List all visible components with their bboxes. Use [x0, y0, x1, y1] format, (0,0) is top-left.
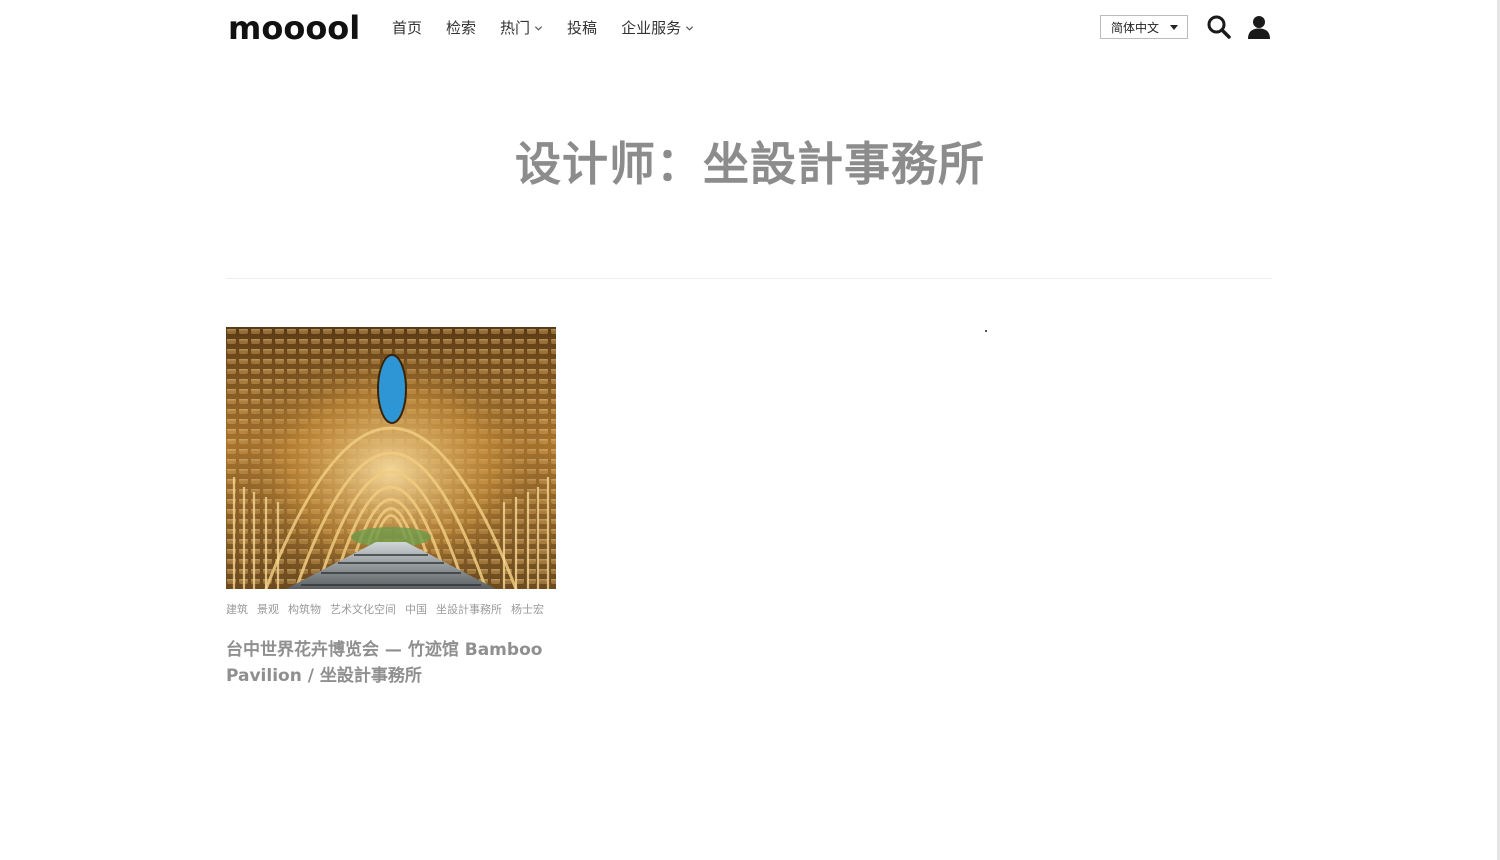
nav-item-label: 检索	[446, 19, 477, 37]
tag-link[interactable]: 构筑物	[288, 603, 321, 617]
chevron-down-icon	[534, 25, 543, 31]
tag-link[interactable]: 建筑	[226, 603, 248, 617]
page: mooool 首页 检索 热门 投稿 企业服务 简体中文 设计师：坐設計事務所 …	[0, 0, 1500, 860]
nav-item-enterprise[interactable]: 企业服务	[621, 17, 694, 39]
nav-item-home[interactable]: 首页	[392, 17, 422, 39]
tag-link[interactable]: 杨士宏	[511, 603, 544, 617]
user-icon[interactable]	[1246, 14, 1272, 40]
tag-link[interactable]: 中国	[405, 603, 427, 617]
site-header: mooool 首页 检索 热门 投稿 企业服务 简体中文	[0, 0, 1500, 60]
nav-item-label: 热门	[500, 19, 531, 37]
language-select[interactable]: 简体中文	[1100, 15, 1188, 39]
article-title-link[interactable]: 台中世界花卉博览会 — 竹迹馆 Bamboo Pavilion / 坐設計事務所	[226, 637, 556, 689]
site-logo[interactable]: mooool	[228, 6, 360, 50]
nav-item-label: 企业服务	[621, 19, 682, 37]
tag-link[interactable]: 景观	[257, 603, 279, 617]
caret-down-icon	[1170, 25, 1178, 30]
nav-item-label: 首页	[392, 19, 423, 37]
stray-dot	[985, 330, 987, 332]
language-select-value: 简体中文	[1111, 20, 1160, 35]
article-thumbnail[interactable]	[226, 327, 556, 589]
chevron-down-icon	[686, 25, 694, 31]
tag-list: 建筑 景观 构筑物 艺术文化空间 中国 坐設計事務所 杨士宏	[226, 603, 556, 617]
nav-item-label: 投稿	[567, 19, 598, 37]
tag-link[interactable]: 坐設計事務所	[436, 603, 502, 617]
divider	[226, 278, 1272, 279]
nav-item-search[interactable]: 检索	[446, 17, 476, 39]
tag-link[interactable]: 艺术文化空间	[330, 603, 396, 617]
page-title: 设计师：坐設計事務所	[515, 137, 985, 191]
search-icon[interactable]	[1206, 14, 1232, 40]
article-card: 建筑 景观 构筑物 艺术文化空间 中国 坐設計事務所 杨士宏 台中世界花卉博览会…	[226, 327, 556, 689]
nav-item-popular[interactable]: 热门	[500, 17, 543, 39]
main-nav: 首页 检索 热门 投稿 企业服务	[392, 17, 718, 39]
nav-item-submit[interactable]: 投稿	[567, 17, 597, 39]
